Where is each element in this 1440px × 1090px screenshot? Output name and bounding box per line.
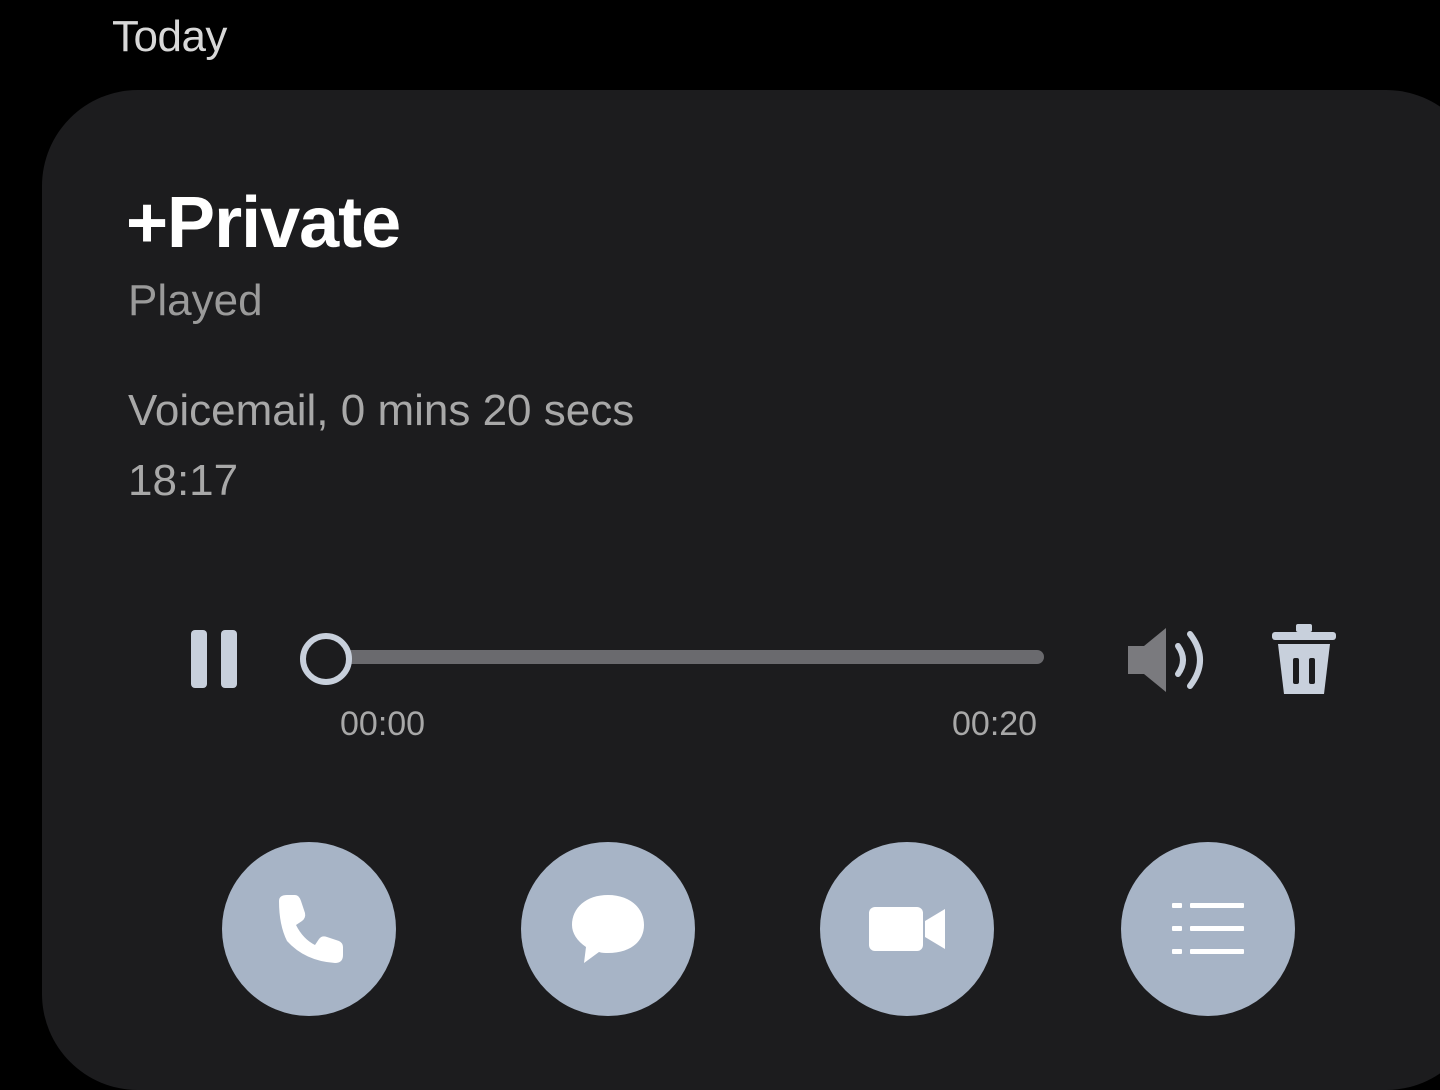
video-camera-icon — [869, 907, 945, 951]
trash-icon — [1272, 624, 1336, 694]
speaker-icon — [1128, 628, 1203, 692]
list-details-icon — [1172, 903, 1244, 954]
voicemail-time: 18:17 — [128, 456, 239, 505]
playback-thumb[interactable] — [300, 633, 352, 685]
speaker-button[interactable] — [1120, 620, 1220, 700]
message-button[interactable] — [521, 842, 695, 1016]
message-bubble-icon — [572, 895, 644, 963]
call-button[interactable] — [222, 842, 396, 1016]
section-header-today: Today — [112, 12, 227, 61]
voicemail-status: Played — [128, 276, 263, 325]
playback-progress-track[interactable] — [322, 650, 1044, 664]
voicemail-detail: Voicemail, 0 mins 20 secs — [128, 386, 635, 435]
caller-name: +Private — [126, 183, 401, 263]
phone-icon — [279, 895, 343, 963]
elapsed-time: 00:00 — [340, 705, 426, 743]
pause-button[interactable] — [180, 622, 250, 696]
delete-button[interactable] — [1262, 620, 1346, 700]
total-duration: 00:20 — [952, 705, 1038, 743]
video-call-button[interactable] — [820, 842, 994, 1016]
details-button[interactable] — [1121, 842, 1295, 1016]
